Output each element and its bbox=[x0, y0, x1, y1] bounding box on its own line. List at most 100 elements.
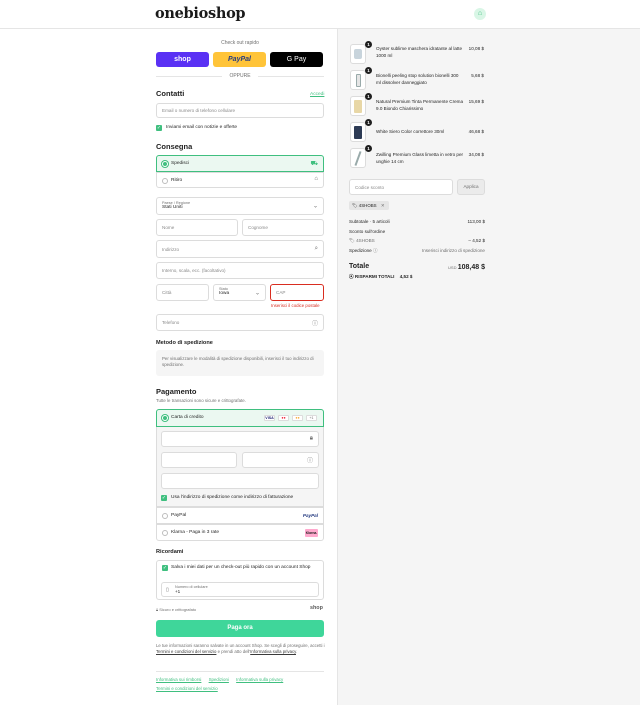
phone-icon: ▯ bbox=[166, 587, 169, 593]
secure-note: 🔒︎ Sicuro e crittografato bbox=[156, 607, 196, 612]
help-circle-icon[interactable]: ⓘ bbox=[372, 248, 378, 253]
billing-same-checkbox[interactable]: ✓ bbox=[161, 495, 167, 501]
google-pay-button[interactable]: G Pay bbox=[270, 52, 323, 67]
savings-row: ⦿ RISPARMI TOTALI 4,52 $ bbox=[349, 274, 485, 280]
email-placeholder: Email o numero di telefono cellulare bbox=[162, 108, 236, 113]
privacy-link[interactable]: Informativa sulla privacy bbox=[250, 649, 296, 654]
quantity-badge: 1 bbox=[365, 93, 372, 100]
ship-label: Spedisci bbox=[171, 161, 190, 166]
order-discount-label: Sconto sull'ordine bbox=[349, 229, 386, 234]
expiry-field[interactable] bbox=[161, 452, 237, 468]
cvv-field[interactable]: ⓘ bbox=[242, 452, 319, 468]
delivery-option-pickup[interactable]: Ritiro ⌂ bbox=[156, 172, 324, 188]
quantity-badge: 1 bbox=[365, 41, 372, 48]
help-circle-icon[interactable]: ⓘ bbox=[307, 456, 313, 465]
footer-links-row2: Termini e condizioni del servizio bbox=[156, 686, 218, 691]
paypal-logo: PayPal bbox=[302, 513, 318, 518]
phone-placeholder: Telefono bbox=[162, 320, 180, 325]
chevron-down-icon: ⌄ bbox=[312, 203, 318, 210]
discount-placeholder: Codice sconto bbox=[355, 184, 385, 190]
terms-link[interactable]: Termini e condizioni del servizio bbox=[156, 649, 216, 654]
product-name: Natural Premium Tinta Permanente Crema 9… bbox=[376, 99, 464, 111]
card-label: Carta di credito bbox=[171, 415, 204, 420]
billing-same-label: Usa l'indirizzo di spedizione come indir… bbox=[171, 495, 294, 500]
product-price: 15,69 $ bbox=[468, 99, 484, 104]
pay-now-button[interactable]: Paga ora bbox=[156, 620, 324, 637]
klarna-radio[interactable] bbox=[162, 530, 168, 536]
discount-code-field[interactable]: Codice sconto bbox=[349, 179, 453, 195]
klarna-logo: Klarna. bbox=[305, 529, 318, 537]
address-field[interactable]: Indirizzo ⌕ bbox=[156, 240, 324, 258]
footer-link-privacy[interactable]: Informativa sulla privacy bbox=[236, 677, 283, 682]
newsletter-checkbox[interactable]: ✓ bbox=[156, 125, 162, 131]
first-name-placeholder: Nome bbox=[162, 225, 175, 230]
total-value: 108,48 $ bbox=[457, 264, 485, 271]
product-price: 34,08 $ bbox=[468, 152, 484, 157]
first-name-field[interactable]: Nome bbox=[156, 219, 238, 236]
quantity-badge: 1 bbox=[365, 145, 372, 152]
apply-discount-button[interactable]: Applica bbox=[457, 179, 485, 195]
email-field[interactable]: Email o numero di telefono cellulare bbox=[156, 103, 324, 118]
paypal-radio[interactable] bbox=[162, 513, 168, 519]
delivery-option-ship[interactable]: Spedisci ⛟ bbox=[156, 155, 324, 172]
subtotal-value: 113,00 $ bbox=[467, 219, 485, 224]
state-select[interactable]: Stato Iowa ⌄ bbox=[213, 284, 266, 301]
newsletter-label: Inviami email con notizie e offerte bbox=[166, 125, 238, 130]
card-radio[interactable] bbox=[162, 415, 168, 421]
shipping-summary-value: Inserisci indirizzo di spedizione bbox=[421, 248, 485, 253]
lock-icon: 🔒︎ bbox=[309, 435, 313, 442]
store-logo[interactable]: onebioshop bbox=[155, 5, 246, 22]
product-image bbox=[350, 122, 366, 142]
payment-option-klarna[interactable]: Klarna - Paga in 3 rate Klarna. bbox=[156, 524, 324, 541]
legal-text: Le tue informazioni saranno salvate in u… bbox=[156, 643, 325, 654]
payment-subtitle: Tutte le transazioni sono sicure e critt… bbox=[156, 398, 246, 403]
phone-field[interactable]: Telefono ⓘ bbox=[156, 314, 324, 331]
delivery-title: Consegna bbox=[156, 142, 193, 151]
shop-pay-button[interactable]: shop bbox=[156, 52, 209, 67]
shipping-method-title: Metodo di spedizione bbox=[156, 340, 213, 346]
pickup-radio[interactable] bbox=[162, 178, 168, 184]
card-number-field[interactable]: 🔒︎ bbox=[161, 431, 319, 447]
subtotal-label: Subtotale · 5 articoli bbox=[349, 219, 390, 224]
shipping-row: Spedizione ⓘ Inserisci indirizzo di sped… bbox=[349, 248, 485, 254]
product-image bbox=[350, 44, 366, 64]
country-select[interactable]: Paese / Regione Stati Uniti ⌄ bbox=[156, 197, 324, 215]
mobile-field[interactable]: Numero di cellulare +1 ▯ bbox=[161, 582, 319, 597]
shopping-bag-icon[interactable]: ⌂ bbox=[474, 8, 486, 20]
subtotal-row: Subtotale · 5 articoli 113,00 $ bbox=[349, 219, 485, 224]
zip-field[interactable]: CAP bbox=[270, 284, 324, 301]
footer-link-terms[interactable]: Termini e condizioni del servizio bbox=[156, 686, 218, 691]
paypal-option-label: PayPal bbox=[171, 513, 187, 518]
total-value-group: USD 108,48 $ bbox=[448, 264, 485, 271]
apartment-placeholder: Interno, scala, ecc. (facoltativo) bbox=[162, 268, 226, 273]
help-circle-icon[interactable]: ⓘ bbox=[312, 318, 318, 327]
currency-code: USD bbox=[448, 265, 457, 270]
last-name-field[interactable]: Cognome bbox=[242, 219, 324, 236]
footer-link-shipping[interactable]: Spedizioni bbox=[209, 677, 229, 682]
product-name: Bionelli peeling stop solution bionelli … bbox=[376, 73, 459, 85]
zip-placeholder: CAP bbox=[276, 290, 286, 295]
remove-coupon-icon[interactable]: ✕ bbox=[381, 203, 385, 208]
search-icon: ⌕ bbox=[314, 245, 318, 252]
login-link[interactable]: Accedi bbox=[310, 92, 324, 97]
remember-title: Ricordami bbox=[156, 549, 184, 555]
product-price: 10,08 $ bbox=[468, 46, 484, 51]
remember-checkbox[interactable]: ✓ bbox=[162, 565, 168, 571]
footer-link-refunds[interactable]: Informativa sui rimborsi bbox=[156, 677, 201, 682]
remember-label: Salva i miei dati per un check-out più r… bbox=[171, 565, 311, 570]
quantity-badge: 1 bbox=[365, 67, 372, 74]
ship-radio[interactable] bbox=[162, 161, 168, 167]
klarna-option-label: Klarna - Paga in 3 rate bbox=[171, 530, 219, 535]
country-value: Stati Uniti bbox=[162, 205, 183, 210]
product-name: White Siero Color correttore 30ml bbox=[376, 129, 445, 134]
apartment-field[interactable]: Interno, scala, ecc. (facoltativo) bbox=[156, 262, 324, 279]
coupon-row: 🏷︎ 4SHOBS – 4,52 $ bbox=[349, 238, 485, 244]
visa-icon: VISA bbox=[264, 415, 275, 421]
city-field[interactable]: Città bbox=[156, 284, 209, 301]
card-name-field[interactable] bbox=[161, 473, 319, 489]
secure-label: Sicuro e crittografato bbox=[159, 607, 197, 612]
paypal-button[interactable]: PayPal bbox=[213, 52, 266, 67]
coupon-tag: 🏷︎ 4SHOBS ✕ bbox=[349, 201, 389, 210]
payment-option-paypal[interactable]: PayPal PayPal bbox=[156, 507, 324, 524]
store-icon: ⌂ bbox=[314, 176, 318, 182]
